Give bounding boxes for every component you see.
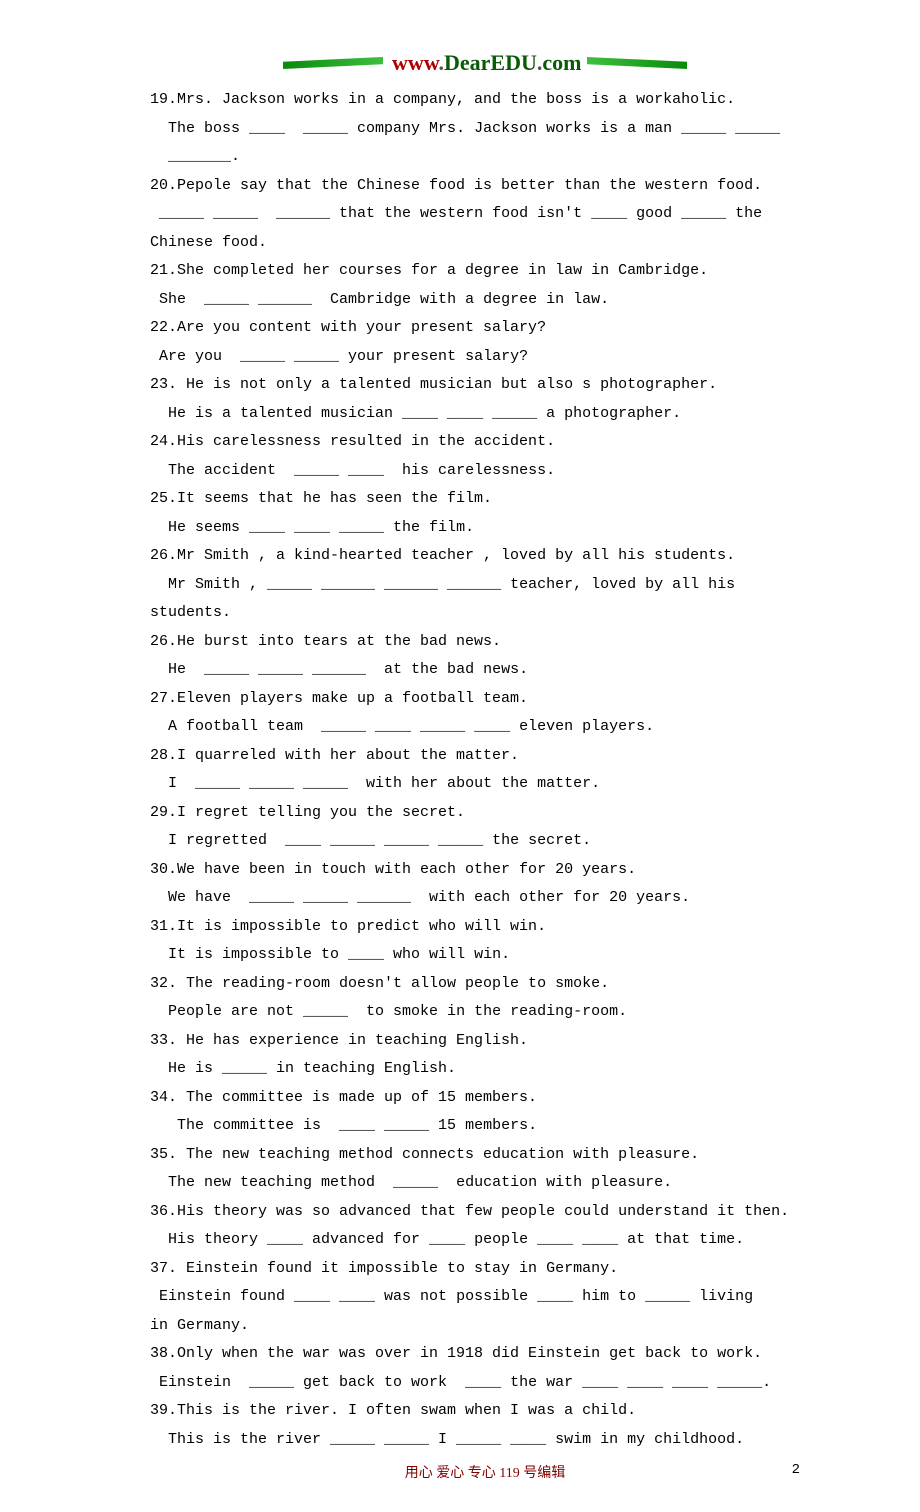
logo-www: www <box>392 50 438 75</box>
logo-swoosh-left <box>283 57 383 69</box>
logo-com: com <box>542 50 581 75</box>
page-container: www.DearEDU.com 19.Mrs. Jackson works in… <box>0 0 920 1512</box>
logo-swoosh-right <box>587 57 687 69</box>
page-number: 2 <box>792 1462 800 1478</box>
logo-dearedu: DearEDU <box>444 50 537 75</box>
site-logo: www.DearEDU.com <box>150 50 820 76</box>
page-footer: 用心 爱心 专心 119 号编辑 2 <box>150 1462 820 1482</box>
document-body: 19.Mrs. Jackson works in a company, and … <box>150 86 820 1454</box>
footer-text: 用心 爱心 专心 119 号编辑 <box>405 1466 565 1481</box>
